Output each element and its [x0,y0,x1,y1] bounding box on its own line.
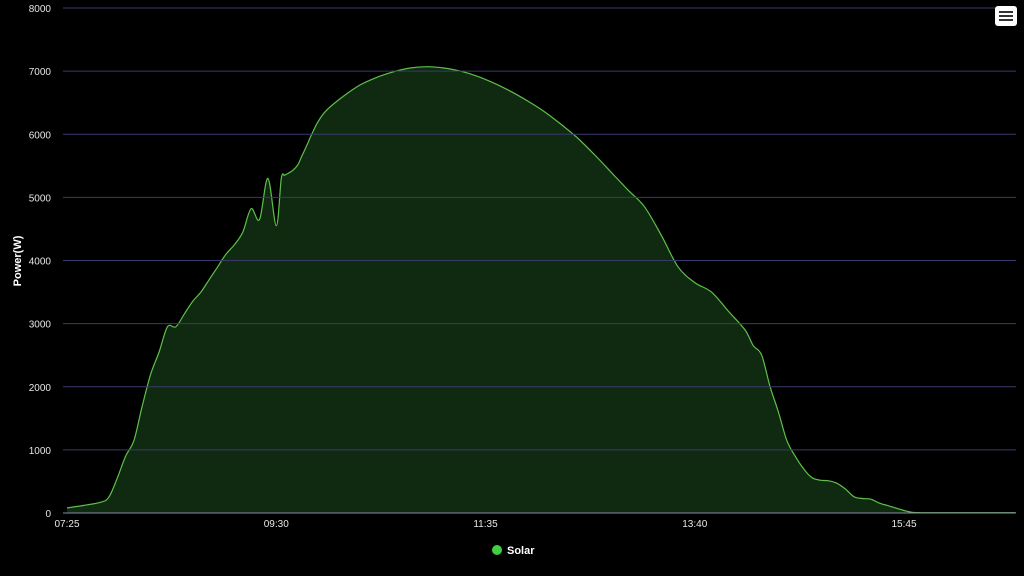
hamburger-menu-icon [999,11,1013,13]
chart-menu-button[interactable] [995,6,1017,26]
y-tick-label: 0 [45,509,51,520]
y-tick-label: 8000 [29,4,52,15]
hamburger-menu-icon [999,15,1013,17]
hamburger-menu-icon [999,19,1013,21]
y-tick-label: 6000 [29,130,52,141]
x-axis-tick-labels: 07:25 09:30 11:35 13:40 15:45 [54,519,916,530]
y-tick-label: 3000 [29,320,52,331]
legend-label-solar: Solar [507,545,535,557]
y-tick-label: 7000 [29,67,52,78]
series-layer [66,66,1016,514]
y-tick-label: 1000 [29,446,52,457]
chart-svg: 010002000300040005000600070008000 07:25 0… [12,4,1016,557]
x-tick-label: 11:35 [473,519,498,530]
y-tick-label: 5000 [29,193,52,204]
legend[interactable]: Solar [492,545,535,557]
legend-marker-solar [492,545,502,555]
solar-power-chart: 0 1000 2000 3000 4000 5000 6000 7000 8000 07:25 0… [0,0,1024,576]
x-tick-label: 15:45 [891,519,916,530]
y-tick-label: 4000 [29,257,52,268]
x-tick-label: 13:40 [682,519,707,530]
y-axis-tick-labels: 0 1000 2000 3000 4000 5000 6000 7000 8000 [29,4,52,520]
solar-area [67,66,1016,513]
x-tick-label: 09:30 [264,519,289,530]
y-tick-label: 2000 [29,383,52,394]
x-tick-label: 07:25 [54,519,79,530]
y-axis-title: Power(W) [12,235,24,286]
